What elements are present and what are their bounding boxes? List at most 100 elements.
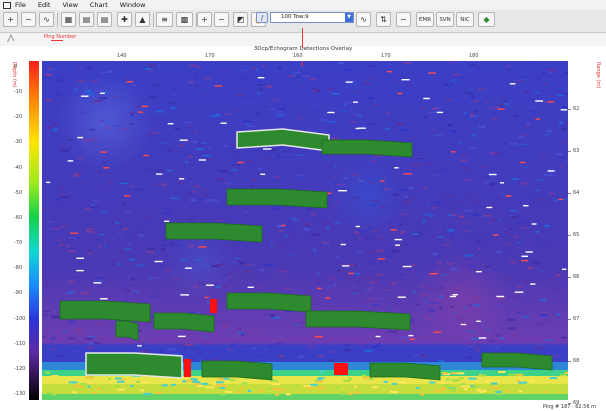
triangle-warning-icon[interactable] [6, 34, 14, 42]
seabed-speckle [363, 377, 368, 380]
fish-detection[interactable] [305, 310, 411, 331]
fish-button[interactable]: ◆ [478, 12, 495, 27]
speckle [151, 183, 159, 186]
fish-detection[interactable] [165, 222, 263, 243]
seabed-speckle [519, 390, 523, 393]
speckle [420, 107, 424, 110]
histogram-button[interactable]: ▲ [135, 12, 150, 27]
menu-file[interactable]: File [15, 1, 26, 9]
speckle [292, 74, 297, 76]
speckle [86, 89, 92, 93]
menu-view[interactable]: View [62, 1, 77, 9]
strong-echo [530, 283, 536, 285]
speckle [303, 223, 311, 226]
speckle [275, 176, 280, 179]
speckle [240, 350, 249, 352]
chevron-down-icon[interactable]: ▼ [345, 13, 353, 22]
speckle [267, 108, 276, 111]
speckle [69, 237, 77, 239]
speckle [503, 231, 511, 234]
speckle [535, 230, 540, 233]
crosshair-button[interactable]: ✚ [117, 12, 132, 27]
speckle [131, 290, 139, 293]
svn-button[interactable]: SVN [436, 12, 454, 27]
separator [153, 13, 154, 27]
ping-marker-line[interactable] [302, 28, 303, 48]
speckle [489, 106, 499, 109]
speckle [208, 147, 212, 150]
add-layer-button[interactable]: + [3, 12, 18, 27]
seabed-speckle [451, 372, 458, 375]
speckle [291, 226, 296, 229]
speckle [190, 334, 195, 336]
echogram-plot[interactable] [42, 61, 568, 400]
fish-detection[interactable] [236, 128, 330, 152]
nic-button[interactable]: NIC [456, 12, 474, 27]
fish-detection[interactable] [321, 139, 413, 158]
menu-edit[interactable]: Edit [38, 1, 51, 9]
menu-window[interactable]: Window [120, 1, 146, 9]
fish-detection[interactable] [226, 292, 312, 313]
speckle [277, 155, 281, 158]
fish-detection[interactable] [85, 352, 183, 379]
bars-button[interactable]: ≡ [156, 12, 173, 27]
strong-echo [180, 294, 189, 296]
speckle [484, 181, 489, 184]
speckle [190, 199, 197, 202]
thresholds-button[interactable]: ⇅ [376, 12, 391, 27]
speckle [391, 250, 399, 253]
fish-detection[interactable] [153, 312, 215, 333]
speckle [497, 297, 505, 300]
strong-echo [509, 83, 516, 85]
speckle [203, 190, 206, 193]
emr-button[interactable]: EMR [416, 12, 434, 27]
speckle [144, 341, 148, 343]
table-button[interactable]: ▤ [79, 12, 94, 27]
speckle [60, 149, 69, 152]
speckle [148, 64, 157, 67]
speckle [49, 228, 52, 231]
histogram-icon: ▲ [139, 15, 146, 24]
speckle [465, 179, 473, 181]
speckle [417, 236, 424, 238]
seabed-speckle [368, 378, 374, 381]
zoom-out-button[interactable]: − [214, 12, 229, 27]
speckle [487, 213, 493, 215]
speckle [293, 219, 301, 222]
speckle [532, 199, 540, 202]
speckle [202, 312, 210, 314]
menu-chart[interactable]: Chart [90, 1, 108, 9]
fish-detection[interactable] [226, 188, 328, 209]
curve-tool-button[interactable]: ∿ [39, 12, 54, 27]
draw-line-button[interactable]: / [256, 12, 268, 23]
speckle [539, 298, 546, 301]
app-icon[interactable] [3, 1, 11, 9]
speckle [515, 261, 523, 263]
table-button-2[interactable]: ▤ [97, 12, 112, 27]
speckle [67, 280, 76, 283]
trace-button[interactable]: ~ [21, 12, 36, 27]
fish-detection[interactable] [115, 320, 139, 341]
fish-detection[interactable] [59, 300, 151, 323]
speckle [511, 177, 519, 181]
speckle [520, 227, 529, 229]
speckle [373, 303, 379, 306]
seabed-speckle [479, 374, 487, 377]
zoom-in-button[interactable]: + [197, 12, 212, 27]
seabed-speckle [450, 390, 456, 393]
fish-detection[interactable] [201, 360, 273, 381]
select-button[interactable]: ◩ [233, 12, 248, 27]
speckle [377, 235, 383, 237]
speckle [105, 121, 111, 123]
speckle [334, 221, 342, 224]
ping-tick-label: 170 [381, 53, 391, 59]
speckle [311, 233, 320, 237]
layer-select[interactable]: 100 Tow:9 ▼ [270, 12, 354, 23]
table-icon: ▤ [100, 15, 109, 24]
matrix-button[interactable]: ▩ [176, 12, 193, 27]
curve-button[interactable]: ∿ [356, 12, 371, 27]
grid-button[interactable]: ▦ [61, 12, 76, 27]
strong-echo [460, 323, 467, 326]
speckle [197, 282, 204, 285]
waveform-button[interactable]: ~ [396, 12, 411, 27]
